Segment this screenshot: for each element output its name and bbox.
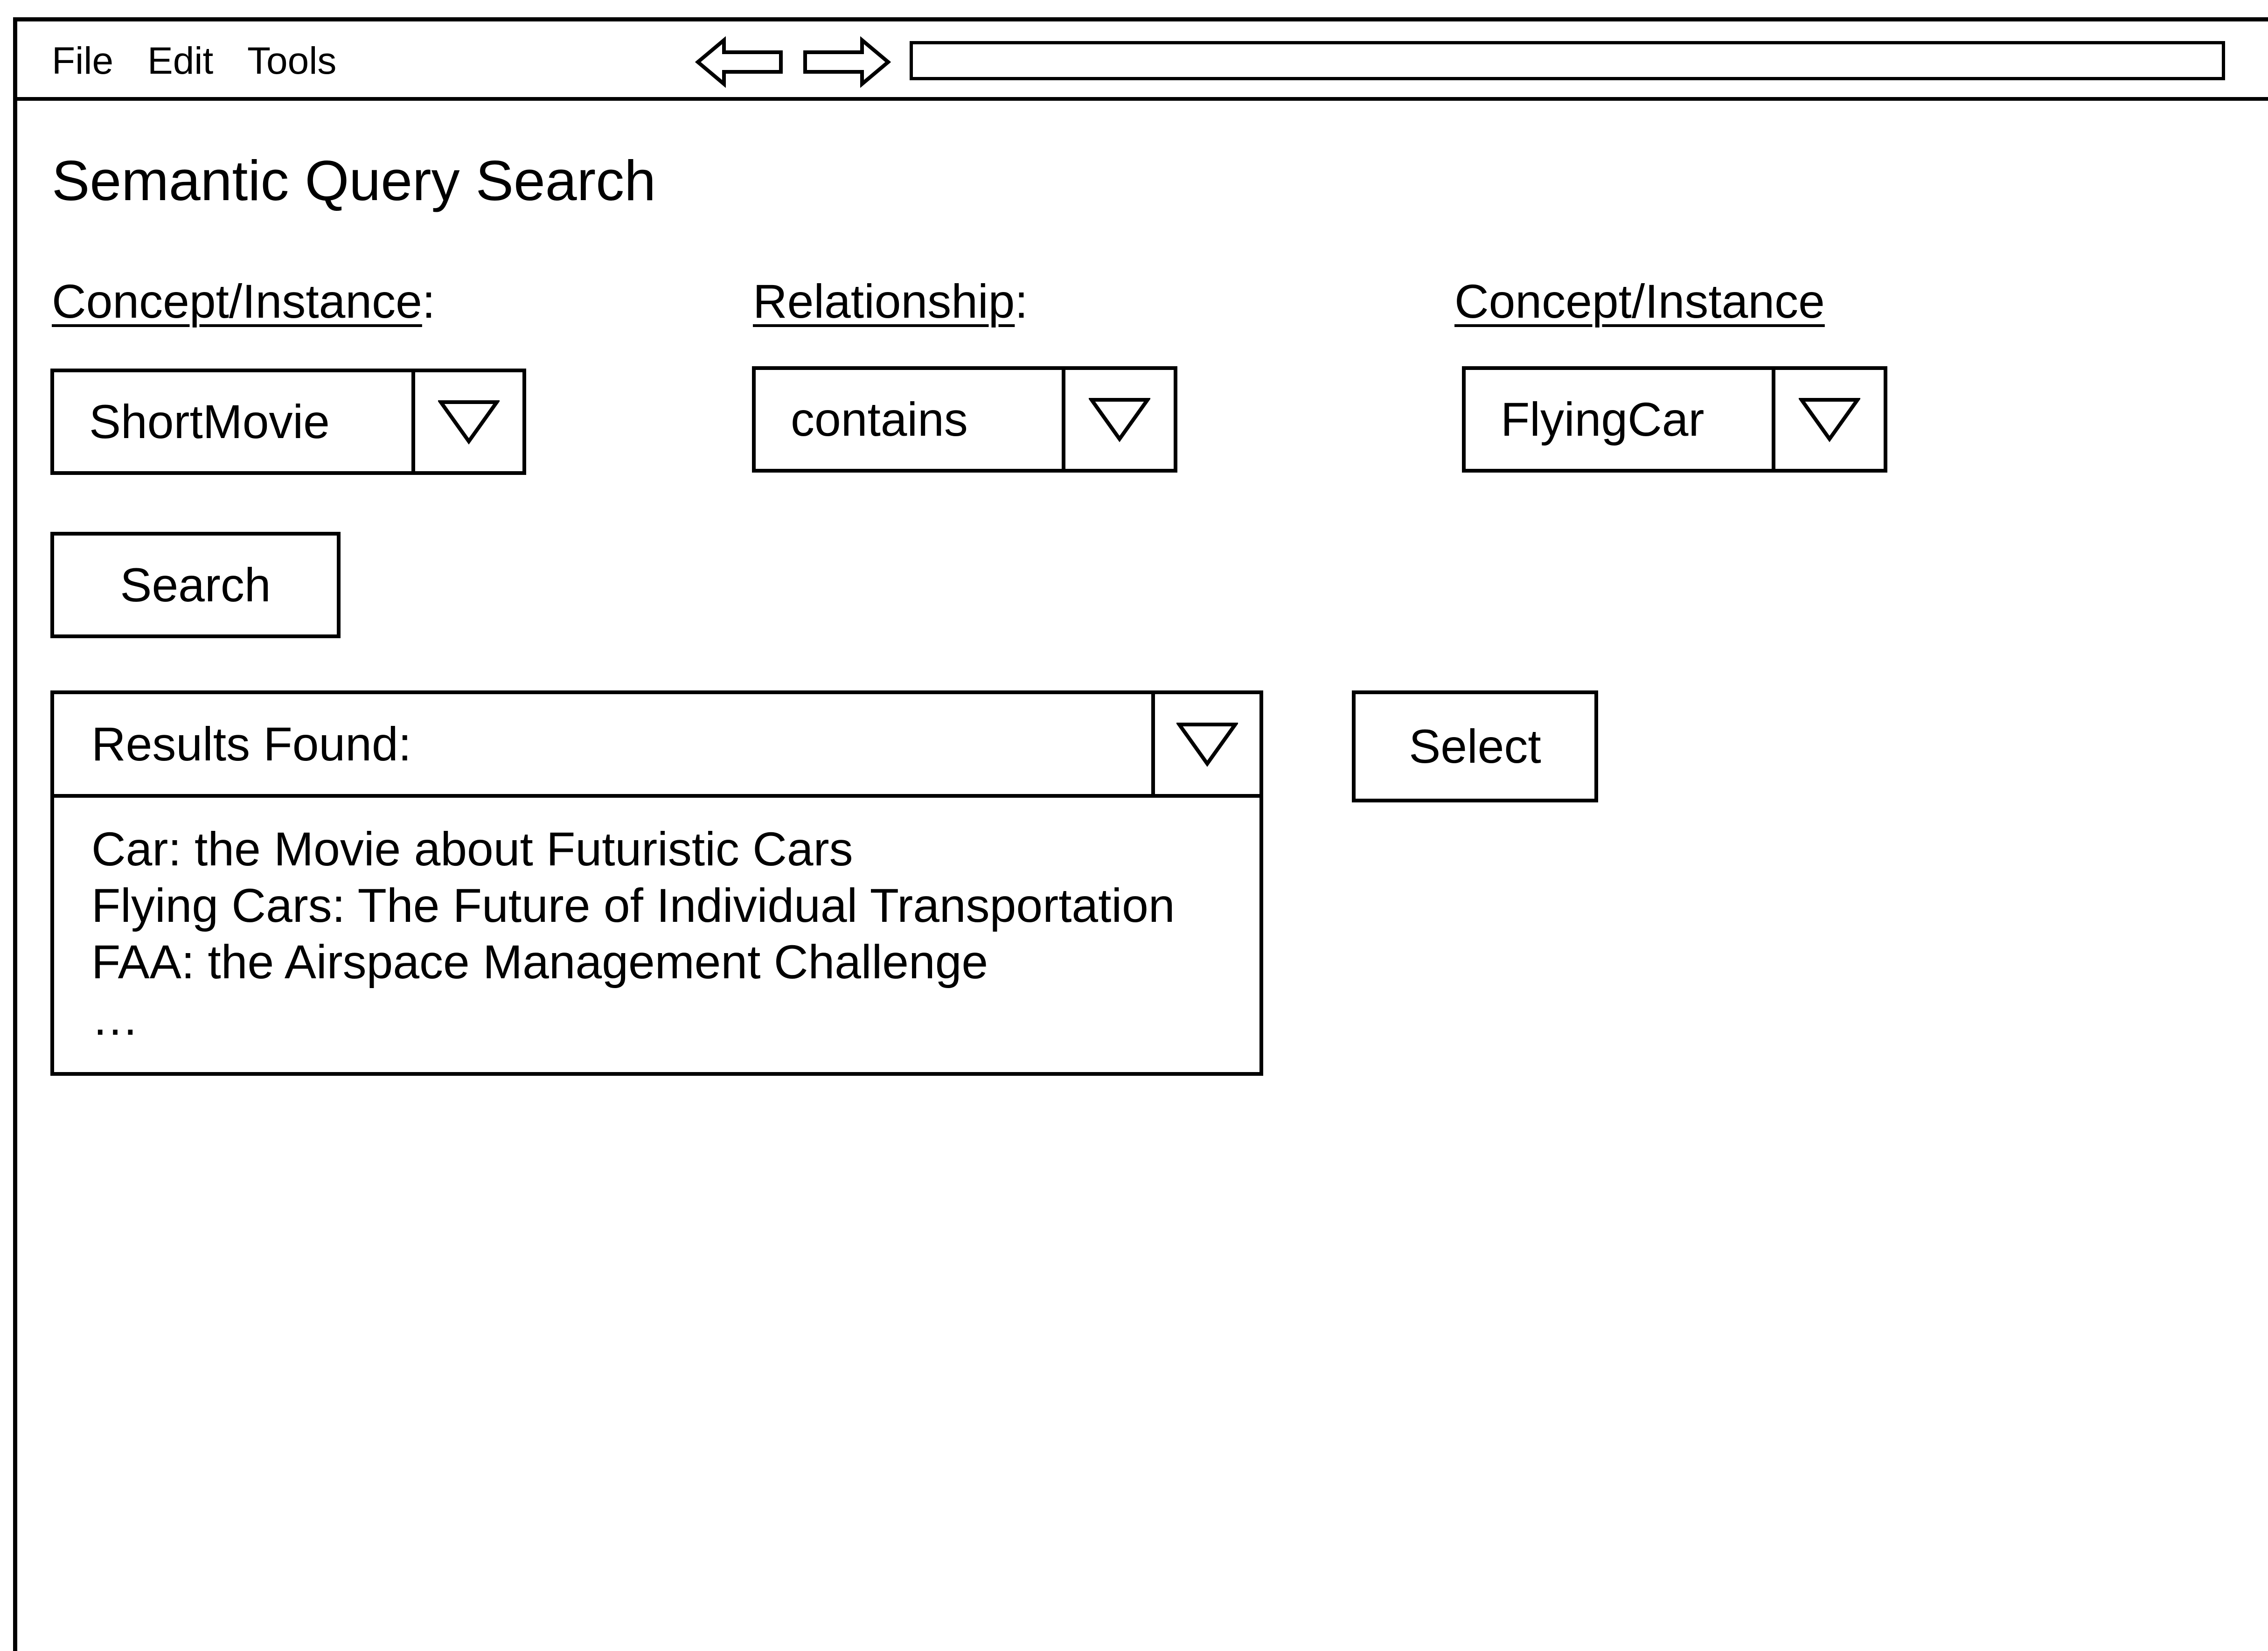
forward-arrow-icon[interactable] bbox=[802, 36, 891, 88]
relationship-dropdown-toggle[interactable] bbox=[1062, 370, 1174, 469]
menu-edit[interactable]: Edit bbox=[147, 42, 213, 80]
result-item[interactable]: Car: the Movie about Futuristic Cars bbox=[91, 821, 1175, 878]
concept-instance-label-2: Concept/Instance bbox=[1454, 278, 1825, 325]
results-dropdown-toggle[interactable] bbox=[1151, 694, 1259, 794]
result-item[interactable]: Flying Cars: The Future of Individual Tr… bbox=[91, 878, 1175, 934]
concept-instance-label-1-text: Concept/Instance bbox=[52, 275, 422, 328]
concept-instance-dropdown-1[interactable]: ShortMovie bbox=[50, 369, 526, 475]
concept-instance-dropdown-2-value: FlyingCar bbox=[1501, 393, 1704, 446]
result-item[interactable]: FAA: the Airspace Management Challenge bbox=[91, 934, 1175, 990]
search-button[interactable]: Search bbox=[50, 532, 341, 638]
concept-instance-label-2-text: Concept/Instance bbox=[1454, 275, 1825, 328]
results-panel: Results Found: Car: the Movie about Futu… bbox=[50, 690, 1263, 1076]
concept-instance-label-1-colon: : bbox=[422, 275, 436, 328]
concept-instance-dropdown-2[interactable]: FlyingCar bbox=[1462, 366, 1887, 473]
relationship-label: Relationship: bbox=[753, 278, 1028, 325]
triangle-down-icon bbox=[1089, 398, 1150, 442]
concept-instance-label-1: Concept/Instance: bbox=[52, 278, 435, 325]
relationship-dropdown-value: contains bbox=[791, 393, 968, 446]
triangle-down-icon bbox=[1176, 723, 1238, 767]
address-bar-input[interactable] bbox=[910, 41, 2225, 80]
relationship-label-colon: : bbox=[1015, 275, 1028, 328]
triangle-down-icon bbox=[438, 400, 500, 445]
concept-instance-dropdown-1-value: ShortMovie bbox=[89, 395, 330, 448]
result-more-ellipsis: … bbox=[91, 992, 139, 1045]
relationship-dropdown[interactable]: contains bbox=[752, 366, 1177, 473]
results-list: Car: the Movie about Futuristic Cars Fly… bbox=[91, 821, 1175, 1047]
concept-instance-dropdown-2-toggle[interactable] bbox=[1772, 370, 1884, 469]
menubar-divider bbox=[13, 97, 2268, 101]
triangle-down-icon bbox=[1799, 398, 1860, 442]
results-header[interactable]: Results Found: bbox=[54, 694, 1259, 798]
back-arrow-icon[interactable] bbox=[695, 36, 784, 88]
menu-file[interactable]: File bbox=[52, 42, 113, 80]
menu-tools[interactable]: Tools bbox=[247, 42, 336, 80]
concept-instance-dropdown-1-toggle[interactable] bbox=[411, 372, 522, 471]
relationship-label-text: Relationship bbox=[753, 275, 1015, 328]
page-title: Semantic Query Search bbox=[52, 149, 656, 212]
select-button[interactable]: Select bbox=[1352, 690, 1598, 802]
results-header-label: Results Found: bbox=[91, 718, 412, 771]
